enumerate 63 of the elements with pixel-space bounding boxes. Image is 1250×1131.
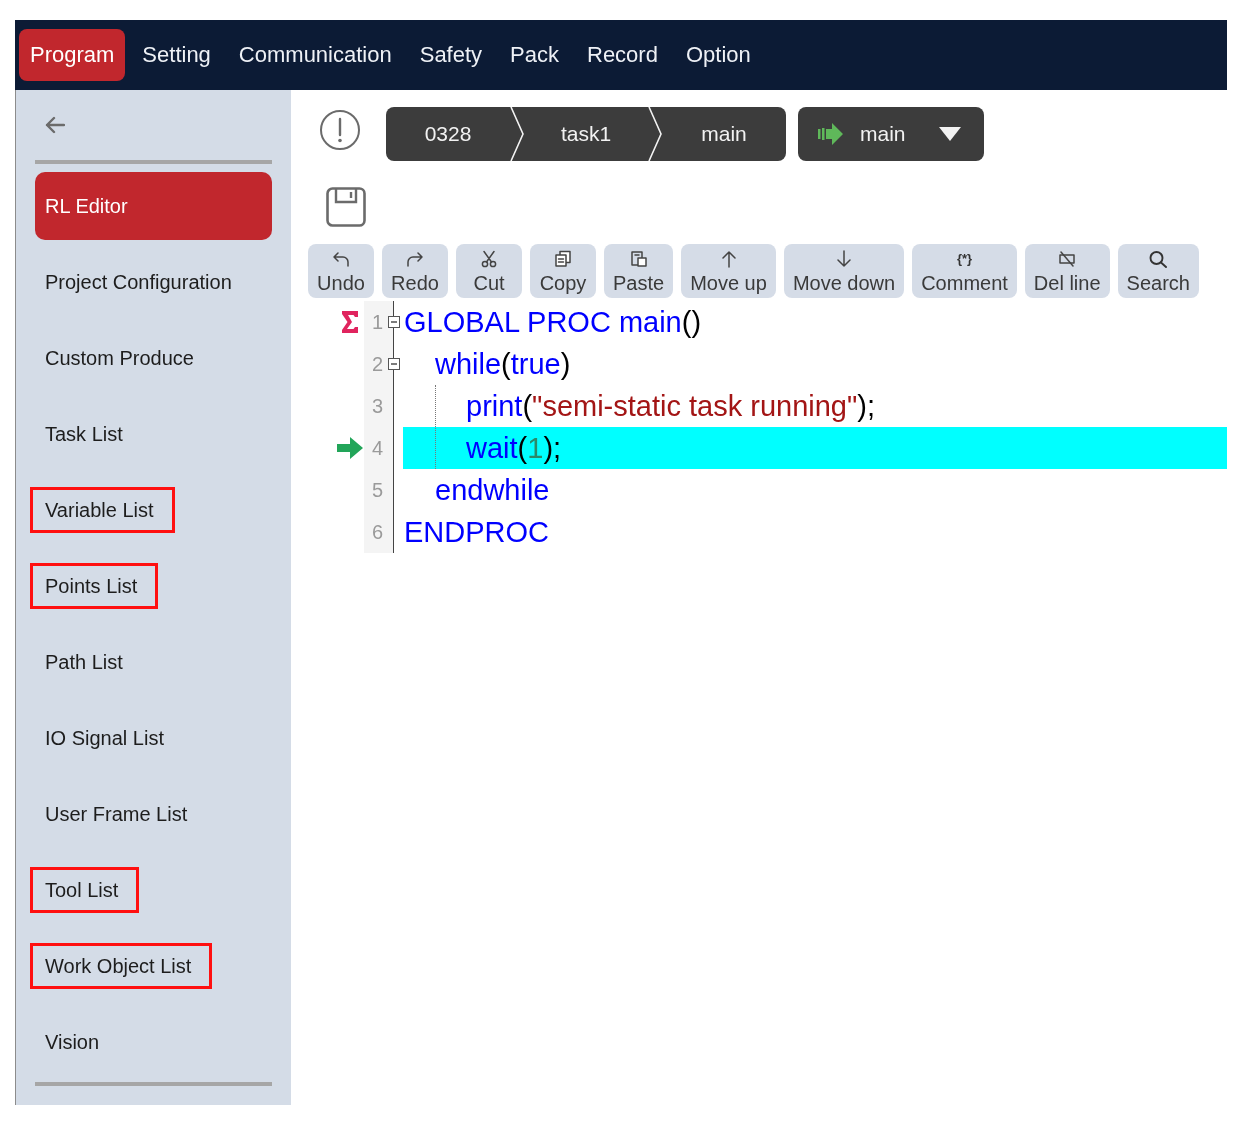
menu-tab[interactable]: Program (19, 29, 126, 81)
line-number: 1 (371, 310, 383, 335)
scissors-icon (479, 250, 499, 268)
sidebar-item[interactable]: Project Configuration (30, 259, 253, 305)
menu-tab[interactable]: Record (576, 29, 669, 81)
collapse-box-icon[interactable] (388, 358, 400, 370)
copy-icon (553, 250, 573, 268)
menu-tab[interactable]: Setting (131, 29, 222, 81)
toolbar-button[interactable]: {*} Comment (912, 244, 1017, 298)
sidebar-item[interactable]: Points List (30, 563, 159, 609)
line-number: 5 (371, 478, 383, 503)
back-arrow-icon[interactable] (45, 116, 65, 134)
toolbar-button[interactable]: Search (1117, 244, 1199, 298)
toolbar-button[interactable]: Del line (1024, 244, 1110, 298)
code-line: while(true) (435, 347, 571, 382)
sidebar-item[interactable]: Work Object List (30, 943, 213, 989)
sidebar-item[interactable]: Tool List (30, 867, 140, 913)
sidebar-item[interactable]: Custom Produce (30, 335, 215, 381)
line-number: 3 (371, 394, 383, 419)
clipboard-icon (628, 250, 649, 268)
toolbar-button[interactable]: Redo (382, 244, 448, 298)
alert-icon (319, 109, 361, 151)
caret-down-icon (939, 127, 961, 141)
routine-dropdown[interactable]: main (798, 107, 984, 161)
sidebar-item[interactable]: Variable List (30, 487, 175, 533)
menu-tab[interactable]: Pack (499, 29, 570, 81)
collapse-box-icon[interactable] (388, 316, 400, 328)
undo-icon (331, 250, 351, 268)
sidebar-item[interactable]: Path List (30, 639, 144, 685)
menu-tab[interactable]: Safety (408, 29, 494, 81)
breadcrumb-item[interactable]: 0328 (386, 107, 510, 161)
code-line: print("semi-static task running"); (466, 389, 875, 424)
line-number: 6 (371, 520, 383, 545)
arrow-icon (818, 122, 844, 146)
chevron-divider-icon (648, 107, 662, 161)
code-line: endwhile (435, 473, 550, 508)
toolbar-button[interactable]: Paste (604, 244, 674, 298)
sidebar-item[interactable]: Vision (30, 1019, 121, 1065)
sidebar-item[interactable]: User Frame List (30, 791, 209, 837)
braces-icon: {*} (956, 250, 973, 268)
breadcrumb-item[interactable]: task1 (524, 107, 648, 161)
redo-icon (405, 250, 425, 268)
code-line: GLOBAL PROC main() (404, 305, 702, 340)
toolbar-button[interactable]: Move down (783, 244, 905, 298)
menu-tab[interactable]: Option (674, 29, 762, 81)
sidebar-item[interactable]: RL Editor (35, 172, 272, 240)
toolbar-button[interactable]: Undo (308, 244, 374, 298)
breadcrumb-item[interactable]: main (662, 107, 786, 161)
toolbar-button[interactable]: Move up (681, 244, 776, 298)
search-icon (1148, 250, 1169, 268)
menu-tab[interactable]: Communication (227, 29, 403, 81)
sidebar-item[interactable]: IO Signal List (30, 715, 185, 761)
chevron-divider-icon (510, 107, 524, 161)
arrow-down-icon (834, 250, 854, 268)
code-line: wait(1); (466, 431, 562, 466)
line-number: 2 (371, 352, 383, 377)
toolbar-button[interactable]: Cut (456, 244, 522, 298)
toolbar-button[interactable]: Copy (530, 244, 596, 298)
code-line: ENDPROC (404, 515, 549, 550)
line-number: 4 (371, 436, 383, 461)
crossed-box-icon (1057, 250, 1078, 268)
sidebar-item[interactable]: Task List (30, 411, 144, 457)
save-icon[interactable] (326, 187, 366, 227)
